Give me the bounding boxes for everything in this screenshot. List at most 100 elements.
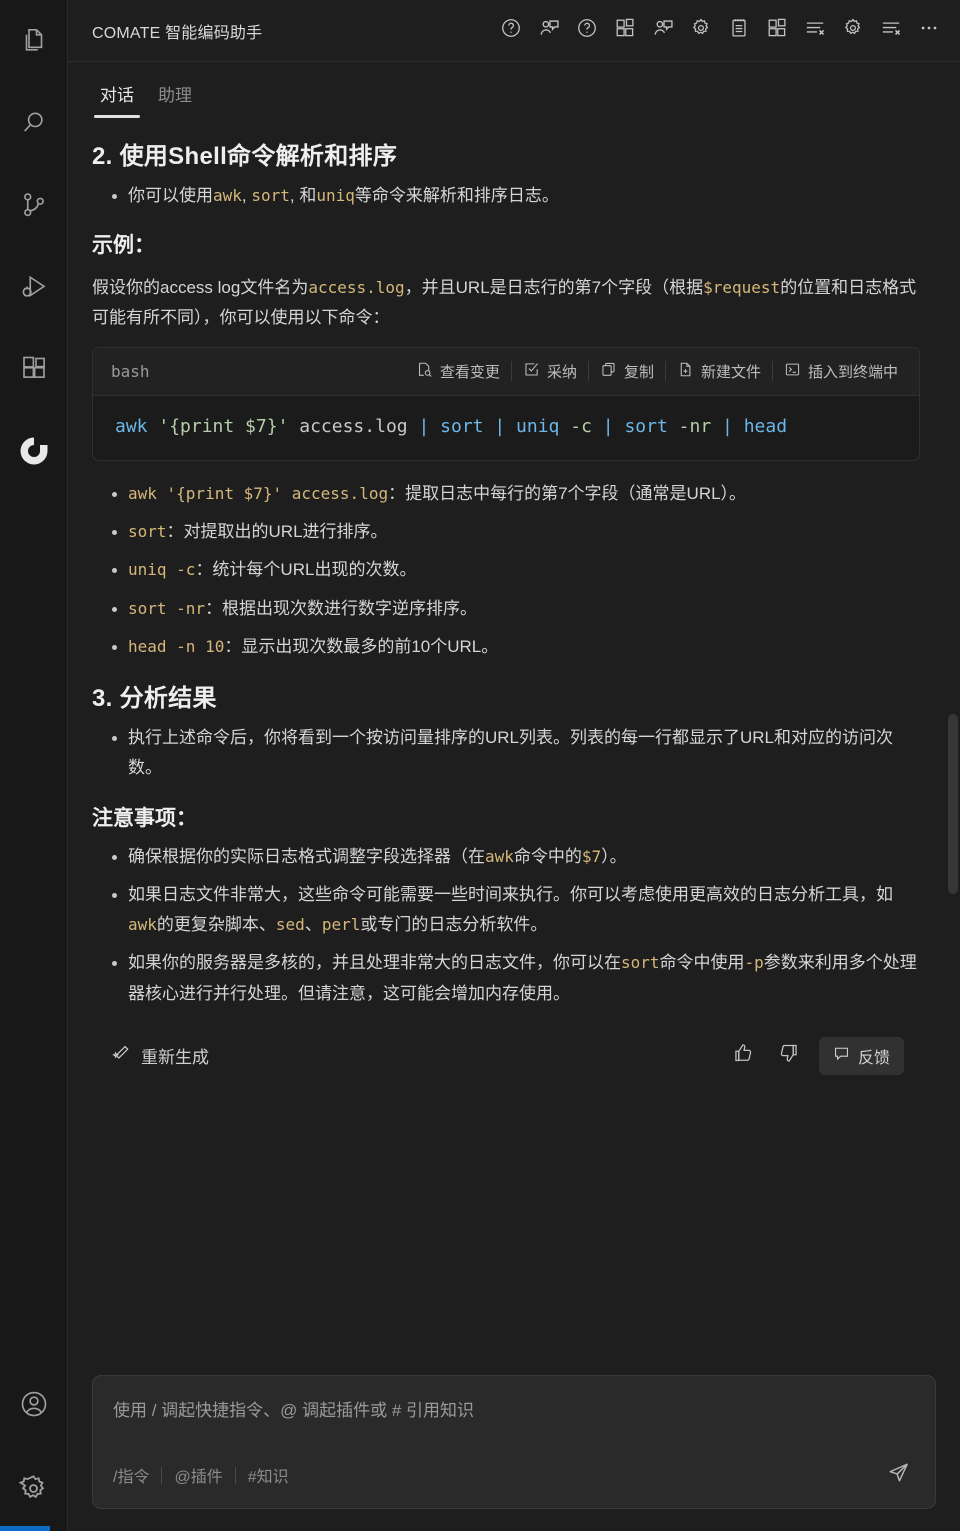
code-sort: sort (251, 186, 290, 205)
titlebar-clear-list-button[interactable] (798, 14, 832, 48)
code-request-var: $request (703, 278, 781, 298)
person-chat-icon (538, 17, 561, 45)
titlebar-user-feedback-button[interactable] (532, 14, 566, 48)
sidebar-item-accounts[interactable] (0, 1363, 68, 1445)
titlebar-more-button[interactable] (912, 14, 946, 48)
composer-area: 使用 / 调起快捷指令、@ 调起插件或 # 引用知识 /指令 @插件 #知识 (68, 1359, 960, 1531)
section-2-heading: 2. 使用Shell命令解析和排序 (92, 143, 398, 170)
tab-assistant[interactable]: 助理 (150, 81, 200, 118)
sidebar-item-source-control[interactable] (0, 164, 68, 246)
titlebar-clear-list-2-button[interactable] (874, 14, 908, 48)
note-p1: 如果日志文件非常大，这些命令可能需要一些时间来执行。你可以考虑使用更高效的日志分… (128, 884, 893, 904)
s2-prefix: 你可以使用 (128, 186, 213, 205)
sidebar-item-run-and-debug[interactable] (0, 246, 68, 328)
person-chat-icon (652, 17, 675, 45)
code-token: uniq (516, 415, 560, 437)
section-3-heading: 3. 分析结果 (92, 685, 217, 713)
note-code: perl (321, 915, 361, 935)
explain-text: ：显示出现次数最多的前10个URL。 (224, 636, 499, 656)
code-token: awk (115, 415, 148, 437)
code-token: -nr (678, 415, 712, 437)
s2-mid1: , (241, 186, 252, 205)
chip-knowledge[interactable]: #知识 (236, 1461, 301, 1489)
activity-bar (0, 0, 68, 1531)
note-code: $7 (581, 846, 602, 866)
conversation-scrollbar[interactable] (946, 118, 960, 1359)
code-block: bash 查看变更 采纳 复制 新建文件 插入到终端中 awk '{print … (92, 346, 920, 461)
note-code: -p (744, 953, 764, 973)
titlebar-settings-button[interactable] (684, 14, 718, 48)
insert-into-terminal-label: 插入到终端中 (807, 363, 898, 381)
send-button[interactable] (881, 1458, 915, 1492)
chat-input[interactable]: 使用 / 调起快捷指令、@ 调起插件或 # 引用知识 (113, 1396, 915, 1436)
titlebar-notebook-button[interactable] (722, 14, 756, 48)
code-token: | (418, 415, 430, 437)
list-item: 如果你的服务器是多核的，并且处理非常大的日志文件，你可以在sort命令中使用-p… (92, 948, 920, 1009)
panel-title: COMATE 智能编码助手 (92, 24, 263, 42)
code-token: | (494, 415, 506, 437)
note-code: awk (128, 915, 157, 935)
feedback-button[interactable]: 反馈 (818, 1036, 904, 1075)
code-token: | (602, 415, 614, 437)
titlebar-help-button[interactable] (494, 14, 528, 48)
regenerate-label: 重新生成 (141, 1048, 209, 1068)
insert-into-terminal-button[interactable]: 插入到终端中 (773, 356, 909, 387)
comate-logo-icon (18, 435, 50, 467)
code-access-log: access.log (308, 278, 405, 298)
message-feedback-actions: 反馈 (727, 1036, 904, 1075)
check-box-icon (523, 361, 540, 382)
section-2-list: 你可以使用awk, sort, 和uniq等命令来解析和排序日志。 (92, 181, 920, 211)
code-block-body[interactable]: awk '{print $7}' access.log | sort | uni… (93, 396, 919, 460)
thumbs-down-button[interactable] (773, 1040, 805, 1072)
conversation-scroll-area[interactable]: 2. 使用Shell命令解析和排序 你可以使用awk, sort, 和uniq等… (68, 118, 960, 1359)
sidebar-item-explorer[interactable] (0, 0, 68, 82)
code-token: sort (624, 415, 668, 437)
titlebar-help-2-button[interactable] (570, 14, 604, 48)
composer[interactable]: 使用 / 调起快捷指令、@ 调起插件或 # 引用知识 /指令 @插件 #知识 (92, 1375, 936, 1509)
comate-window: COMATE 智能编码助手 对话 助理 2. 使用Shell命令解析和排序 你可… (0, 0, 960, 1531)
sidebar-item-search[interactable] (0, 82, 68, 164)
code-token: | (722, 415, 733, 437)
tab-conversation[interactable]: 对话 (92, 81, 142, 118)
adopt-label: 采纳 (546, 363, 577, 381)
code-token: access.log (288, 415, 419, 437)
explain-text: ：统计每个URL出现的次数。 (195, 560, 417, 580)
scrollbar-thumb[interactable] (948, 713, 958, 894)
new-file-button[interactable]: 新建文件 (666, 356, 772, 387)
sidebar-item-comate[interactable] (0, 410, 68, 492)
regenerate-button[interactable]: 重新生成 (106, 1039, 215, 1072)
tab-conversation-label: 对话 (100, 86, 134, 105)
thumbs-up-button[interactable] (727, 1040, 759, 1072)
terminal-icon (784, 361, 801, 382)
sidebar-item-manage[interactable] (0, 1445, 68, 1531)
note-p2: 命令中使用 (659, 953, 745, 973)
composer-toolbar: /指令 @插件 #知识 (113, 1458, 915, 1492)
example-heading: 示例： (92, 234, 155, 258)
titlebar-layout-panel-2-button[interactable] (760, 14, 794, 48)
note-p2: 的更复杂脚本、 (156, 915, 276, 935)
send-icon (887, 1461, 910, 1489)
question-circle-icon (500, 17, 522, 44)
view-changes-button[interactable]: 查看变更 (405, 356, 511, 387)
adopt-button[interactable]: 采纳 (512, 356, 588, 387)
thumbs-up-icon (732, 1042, 754, 1069)
panel-titlebar: COMATE 智能编码助手 (68, 0, 960, 62)
notes-heading: 注意事项： (92, 806, 197, 830)
sidebar-item-extensions[interactable] (0, 328, 68, 410)
copy-button[interactable]: 复制 (589, 356, 665, 387)
titlebar-settings-2-button[interactable] (836, 14, 870, 48)
titlebar-mention-user-button[interactable] (646, 14, 680, 48)
list-item: sort -nr：根据出现次数进行数字逆序排序。 (92, 594, 920, 624)
copy-label: 复制 (623, 363, 654, 381)
chip-plugin[interactable]: @插件 (162, 1461, 234, 1489)
example-paragraph: 假设你的access log文件名为access.log，并且URL是日志行的第… (92, 273, 920, 333)
chip-command[interactable]: /指令 (113, 1461, 161, 1489)
titlebar-layout-panel-button[interactable] (608, 14, 642, 48)
run-debug-icon (19, 272, 49, 302)
